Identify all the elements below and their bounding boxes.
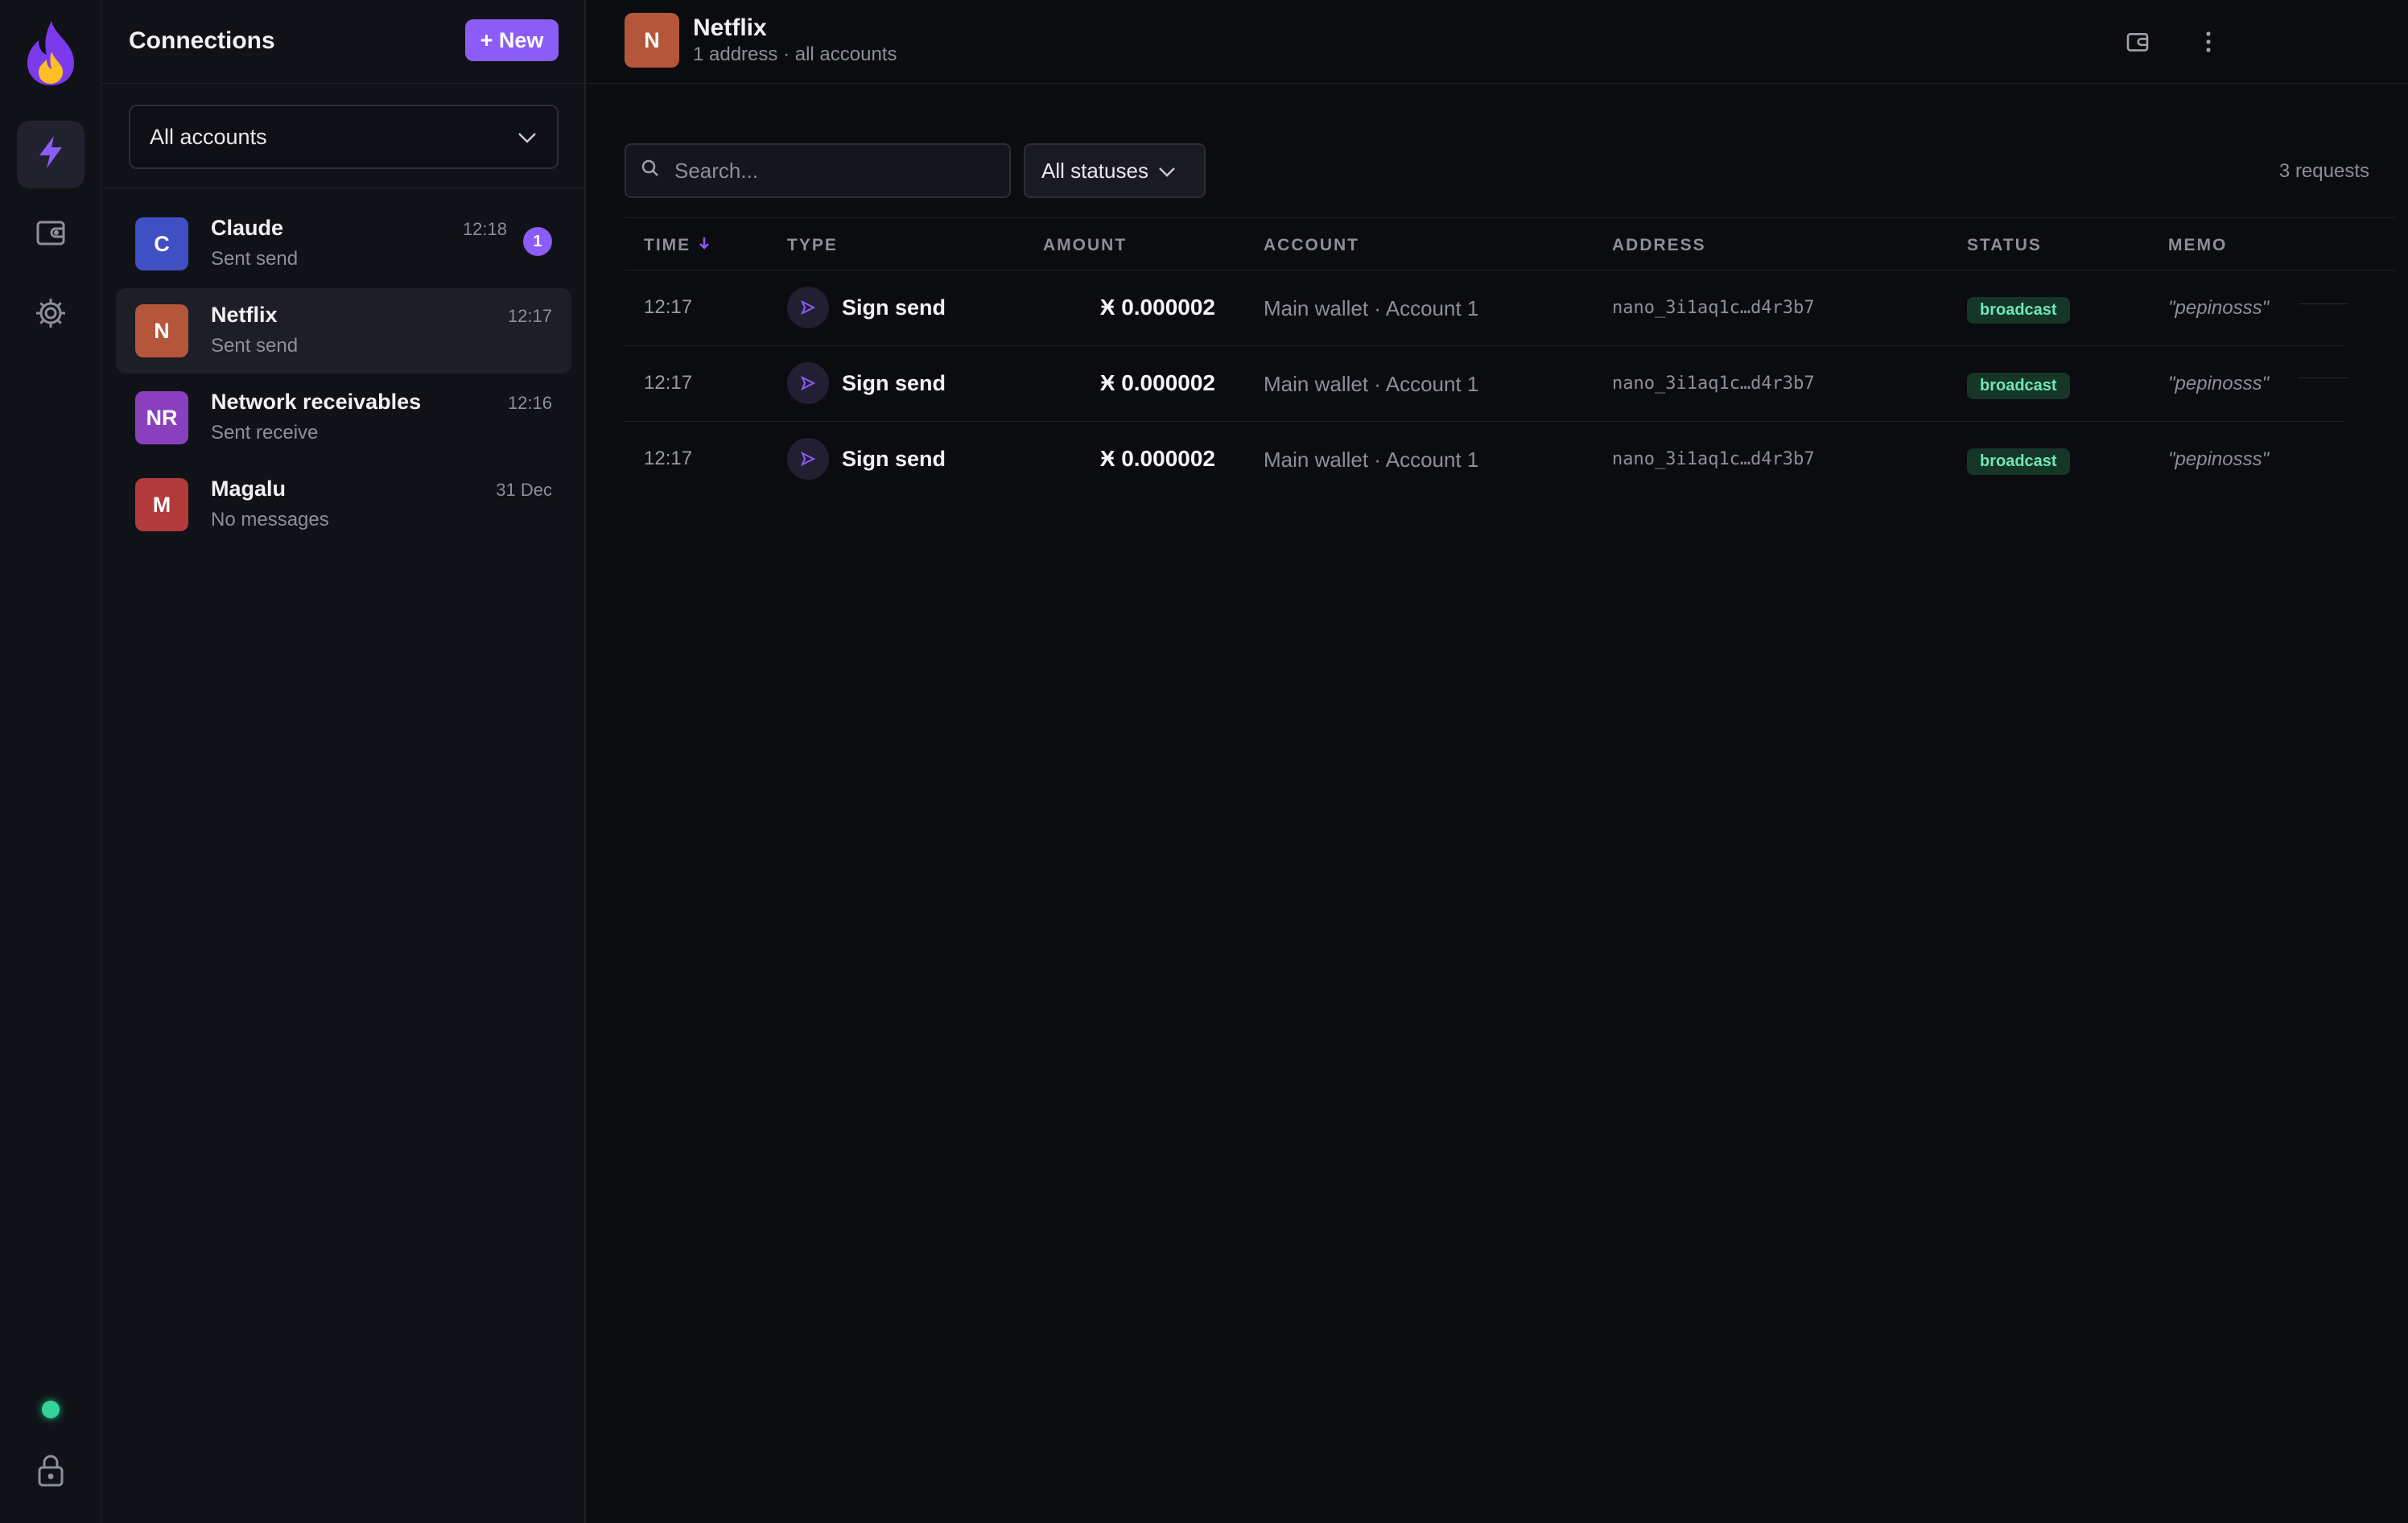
column-time-label: TIME	[644, 236, 691, 254]
status-badge-label: broadcast	[1967, 297, 2070, 324]
row-type: Sign send	[787, 438, 946, 480]
row-time: 12:17	[644, 296, 693, 318]
conversation-item-magalu[interactable]: M Magalu No messages 31 Dec	[116, 462, 571, 547]
flame-logo-icon	[23, 19, 79, 87]
conversation-name: Network receivables	[211, 390, 422, 414]
chevron-down-icon	[517, 125, 538, 150]
nav-wallet-button[interactable]	[17, 201, 85, 269]
row-type: Sign send	[787, 287, 946, 328]
sort-arrow-down-icon	[699, 236, 710, 255]
lightning-icon	[35, 134, 67, 175]
conversation-time: 31 Dec	[496, 480, 552, 500]
row-amount: Ӿ 0.000002	[1099, 370, 1215, 395]
conversation-item-network-receivables[interactable]: NR Network receivables Sent receive 12:1…	[116, 375, 571, 460]
row-account: Main wallet · Account 1	[1264, 448, 1479, 472]
connections-title: Connections	[129, 27, 275, 54]
row-address: nano_3i1aq1c…d4r3b7	[1612, 449, 1815, 469]
nav-connections-button[interactable]	[17, 121, 85, 188]
conversation-item-claude[interactable]: C Claude Sent send 12:18 1	[116, 201, 571, 287]
table-row[interactable]: 12:17 Sign send Ӿ 0.000002 Main wallet ·…	[625, 422, 2344, 497]
conversation-time: 12:18	[462, 219, 507, 239]
row-time: 12:17	[644, 372, 693, 394]
gear-icon	[34, 296, 68, 336]
avatar: NR	[135, 391, 188, 444]
account-filter-value: All accounts	[150, 124, 267, 149]
row-time: 12:17	[644, 448, 693, 469]
chevron-down-icon	[1148, 159, 1176, 184]
row-type-label: Sign send	[842, 295, 946, 320]
account-filter-select[interactable]: All accounts	[129, 105, 559, 169]
row-account: Main wallet · Account 1	[1264, 372, 1479, 396]
wallet-icon	[35, 217, 67, 254]
conversation-time: 12:17	[507, 306, 552, 326]
row-address: nano_3i1aq1c…d4r3b7	[1612, 298, 1815, 318]
status-badge: broadcast	[1967, 373, 2070, 399]
row-address: nano_3i1aq1c…d4r3b7	[1612, 374, 1815, 394]
search-icon	[641, 159, 660, 184]
status-filter-select[interactable]: All statuses	[1024, 143, 1206, 198]
new-connection-button[interactable]: + New	[465, 19, 559, 61]
search-box[interactable]	[625, 143, 1011, 198]
main-panel: N Netflix 1 address · all accounts All s…	[586, 0, 2408, 1523]
account-filter-section: All accounts	[101, 84, 584, 188]
table-header: TIME TYPE AMOUNT ACCOUNT ADDRESS STATUS …	[625, 217, 2395, 270]
nav-settings-button[interactable]	[17, 282, 85, 349]
column-memo: MEMO	[2168, 236, 2228, 254]
connections-panel: Connections + New All accounts C Claude …	[101, 0, 586, 1523]
conversation-name: Netflix	[211, 303, 278, 327]
avatar: N	[625, 13, 679, 68]
send-arrow-icon	[787, 362, 829, 404]
lock-icon[interactable]	[33, 1452, 68, 1488]
row-type-label: Sign send	[842, 370, 946, 395]
online-status-indicator	[42, 1401, 60, 1418]
conversation-item-netflix[interactable]: N Netflix Sent send 12:17	[116, 288, 571, 374]
connections-header: Connections + New	[101, 0, 584, 84]
main-header: N Netflix 1 address · all accounts	[586, 0, 2408, 84]
column-amount: AMOUNT	[1043, 236, 1128, 254]
row-type-label: Sign send	[842, 446, 946, 471]
status-badge: broadcast	[1967, 448, 2070, 475]
send-arrow-icon	[787, 438, 829, 480]
request-count: 3 requests	[2278, 160, 2369, 182]
table-row[interactable]: 12:17 Sign send Ӿ 0.000002 Main wallet ·…	[625, 270, 2344, 346]
requests-table: TIME TYPE AMOUNT ACCOUNT ADDRESS STATUS …	[625, 217, 2395, 497]
scroll-divider	[2299, 303, 2348, 304]
page-title: Netflix	[693, 14, 767, 41]
column-type: TYPE	[787, 236, 838, 254]
row-memo: "pepinosss"	[2168, 448, 2270, 470]
table-row[interactable]: 12:17 Sign send Ӿ 0.000002 Main wallet ·…	[625, 346, 2344, 422]
row-amount: Ӿ 0.000002	[1099, 446, 1215, 471]
status-badge: broadcast	[1967, 297, 2070, 324]
row-memo: "pepinosss"	[2168, 297, 2270, 319]
column-account: ACCOUNT	[1264, 236, 1359, 254]
column-status: STATUS	[1967, 236, 2042, 254]
app-rail	[0, 0, 101, 1523]
status-badge-label: broadcast	[1967, 373, 2070, 399]
row-memo: "pepinosss"	[2168, 373, 2270, 394]
wallet-icon[interactable]	[2120, 24, 2155, 60]
column-time[interactable]: TIME	[644, 236, 710, 255]
conversation-subtitle: Sent send	[211, 335, 299, 357]
status-badge-label: broadcast	[1967, 448, 2070, 475]
avatar: N	[135, 304, 188, 357]
more-vertical-icon[interactable]	[2191, 24, 2226, 60]
avatar: M	[135, 478, 188, 531]
conversation-subtitle: No messages	[211, 509, 329, 530]
unread-badge: 1	[523, 227, 552, 256]
conversation-time: 12:16	[507, 393, 552, 413]
conversation-name: Magalu	[211, 477, 287, 501]
row-account: Main wallet · Account 1	[1264, 296, 1479, 320]
conversation-name: Claude	[211, 216, 284, 240]
avatar: C	[135, 217, 188, 270]
search-input[interactable]	[674, 158, 996, 184]
page-subtitle: 1 address · all accounts	[693, 43, 897, 65]
send-arrow-icon	[787, 287, 829, 328]
status-filter-value: All statuses	[1041, 158, 1148, 183]
row-amount: Ӿ 0.000002	[1099, 295, 1215, 320]
conversation-subtitle: Sent send	[211, 248, 299, 270]
conversation-subtitle: Sent receive	[211, 422, 319, 444]
column-address: ADDRESS	[1612, 236, 1706, 254]
row-type: Sign send	[787, 362, 946, 404]
